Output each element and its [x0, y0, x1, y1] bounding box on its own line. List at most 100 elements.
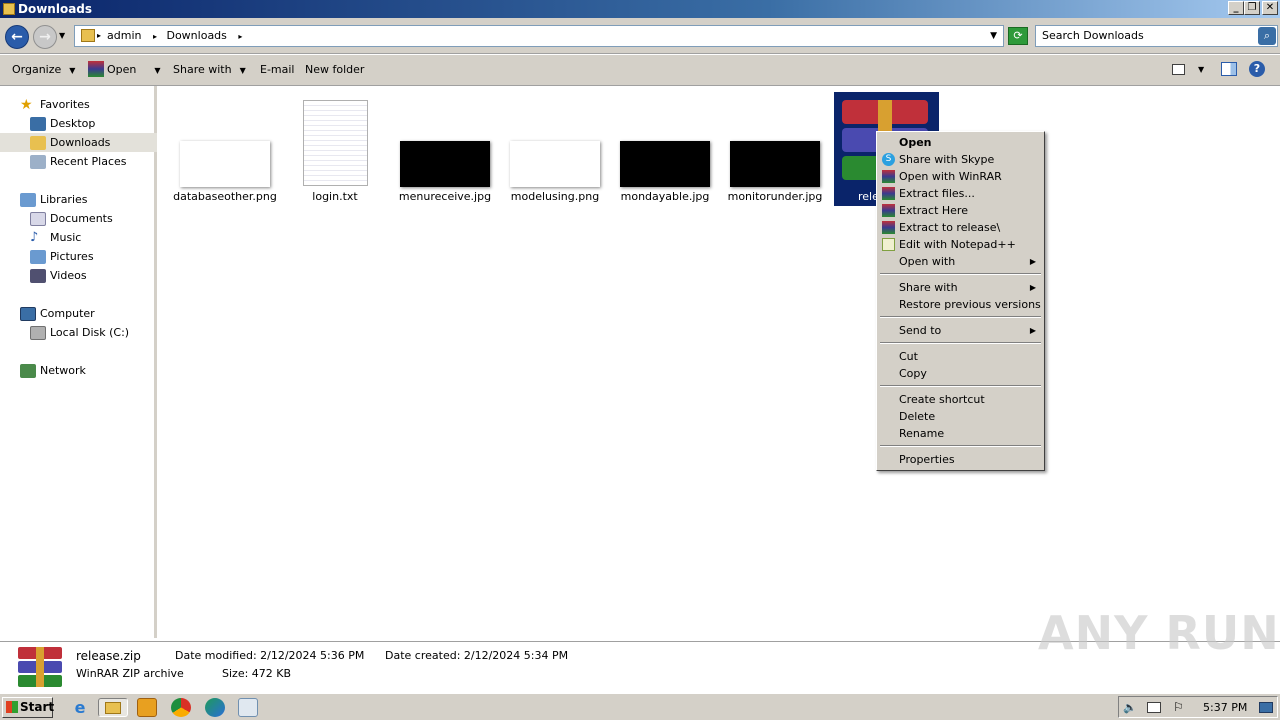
window-title-bar[interactable]: Downloads _ ❐ ✕	[0, 0, 1280, 18]
help-icon[interactable]: ?	[1249, 61, 1265, 77]
file-list[interactable]: databaseother.png login.txt menureceive.…	[160, 86, 1280, 638]
chevron-right-icon[interactable]: ▸	[153, 32, 157, 41]
menu-label: Rename	[899, 427, 945, 440]
menu-item-extract-files[interactable]: Extract files...	[879, 185, 1042, 202]
file-name: login.txt	[312, 190, 358, 203]
winrar-icon	[882, 187, 895, 200]
nav-documents[interactable]: Documents	[30, 209, 113, 228]
nav-label: Computer	[40, 307, 95, 320]
nav-computer[interactable]: Computer	[20, 304, 95, 323]
menu-label: Share with	[899, 281, 958, 294]
edge-icon[interactable]	[205, 698, 225, 717]
nav-favorites[interactable]: ★ Favorites	[20, 95, 90, 114]
chevron-right-icon[interactable]: ▸	[238, 32, 242, 41]
speaker-icon[interactable]: 🔈	[1123, 701, 1137, 714]
clock[interactable]: 5:37 PM	[1203, 701, 1247, 714]
open-button[interactable]: Open ▼	[107, 63, 161, 78]
address-dropdown[interactable]: ▼	[990, 26, 997, 46]
email-button[interactable]: E-mail	[260, 63, 295, 77]
menu-label: Copy	[899, 367, 927, 380]
image-thumbnail	[180, 141, 270, 187]
videos-icon	[30, 269, 46, 283]
nav-label: Favorites	[40, 98, 90, 111]
chevron-right-icon[interactable]: ▸	[97, 26, 101, 46]
organize-label: Organize	[12, 63, 62, 76]
image-thumbnail	[400, 141, 490, 187]
nav-local-disk[interactable]: Local Disk (C:)	[30, 323, 129, 342]
menu-item-share-skype[interactable]: S Share with Skype	[879, 151, 1042, 168]
details-filename: release.zip	[76, 649, 141, 663]
forward-button[interactable]: →	[33, 25, 57, 49]
flag-icon[interactable]: ⚐	[1173, 700, 1184, 714]
menu-label: Create shortcut	[899, 393, 985, 406]
breadcrumb-admin[interactable]: admin	[107, 29, 141, 42]
explorer-taskbar-button[interactable]	[98, 698, 128, 717]
share-with-label: Share with	[173, 63, 232, 76]
menu-item-send-to[interactable]: Send to ▶	[879, 322, 1042, 339]
details-type: WinRAR ZIP archive	[76, 667, 184, 680]
nav-label: Libraries	[40, 193, 88, 206]
network-tray-icon[interactable]	[1147, 702, 1161, 713]
menu-item-open[interactable]: Open	[879, 134, 1042, 151]
start-label: Start	[20, 700, 55, 714]
submenu-arrow-icon: ▶	[1029, 283, 1036, 292]
recent-pages-dropdown[interactable]: ▼	[59, 31, 65, 40]
image-thumbnail	[730, 141, 820, 187]
menu-item-restore[interactable]: Restore previous versions	[879, 296, 1042, 313]
nav-network[interactable]: Network	[20, 361, 86, 380]
nav-desktop[interactable]: Desktop	[30, 114, 95, 133]
nav-downloads[interactable]: Downloads	[0, 133, 157, 152]
menu-item-open-winrar[interactable]: Open with WinRAR	[879, 168, 1042, 185]
nav-libraries[interactable]: Libraries	[20, 190, 88, 209]
start-button[interactable]: Start	[2, 697, 55, 718]
search-icon[interactable]: ⌕	[1258, 27, 1276, 45]
refresh-button[interactable]: ⟳	[1008, 27, 1028, 45]
view-icon[interactable]	[1172, 64, 1185, 75]
winrar-archive-icon	[18, 647, 62, 687]
menu-item-edit-notepad[interactable]: Edit with Notepad++	[879, 236, 1042, 253]
search-input[interactable]: Search Downloads ⌕	[1035, 25, 1278, 47]
windows-logo-icon	[6, 701, 18, 713]
preview-pane-icon[interactable]	[1221, 62, 1237, 76]
new-folder-button[interactable]: New folder	[305, 63, 364, 77]
menu-item-properties[interactable]: Properties	[879, 451, 1042, 468]
share-with-button[interactable]: Share with ▼	[173, 63, 246, 78]
menu-item-create-shortcut[interactable]: Create shortcut	[879, 391, 1042, 408]
menu-item-extract-here[interactable]: Extract Here	[879, 202, 1042, 219]
nav-pictures[interactable]: Pictures	[30, 247, 94, 266]
command-bar: Organize ▼ Open ▼ Share with ▼ E-mail New f…	[0, 55, 1280, 86]
app-icon[interactable]	[238, 698, 258, 717]
folder-icon	[105, 702, 121, 714]
menu-item-rename[interactable]: Rename	[879, 425, 1042, 442]
file-name: monitorunder.jpg	[727, 190, 823, 203]
view-dropdown[interactable]: ▼	[1198, 63, 1204, 77]
media-player-icon[interactable]	[137, 698, 157, 717]
chrome-icon[interactable]	[171, 698, 191, 717]
minimize-button[interactable]: _	[1228, 1, 1244, 15]
notepad-plus-plus-icon	[882, 238, 895, 251]
nav-label: Downloads	[50, 136, 111, 149]
menu-item-copy[interactable]: Copy	[879, 365, 1042, 382]
back-button[interactable]: ←	[5, 25, 29, 49]
show-desktop-icon[interactable]	[1259, 702, 1273, 713]
restore-button[interactable]: ❐	[1244, 1, 1260, 15]
submenu-arrow-icon: ▶	[1029, 257, 1036, 266]
menu-item-extract-to[interactable]: Extract to release\	[879, 219, 1042, 236]
menu-item-share-with[interactable]: Share with ▶	[879, 279, 1042, 296]
navigation-pane: ★ Favorites Desktop Downloads Recent Plac…	[0, 86, 157, 638]
menu-item-open-with[interactable]: Open with ▶	[879, 253, 1042, 270]
menu-item-cut[interactable]: Cut	[879, 348, 1042, 365]
skype-icon: S	[882, 153, 895, 166]
nav-recent-places[interactable]: Recent Places	[30, 152, 127, 171]
breadcrumb-downloads[interactable]: Downloads	[166, 29, 226, 42]
organize-button[interactable]: Organize ▼	[12, 63, 75, 78]
address-field[interactable]: ▸ admin ▸ Downloads ▸ ▼	[74, 25, 1004, 47]
menu-label: Properties	[899, 453, 955, 466]
disk-icon	[30, 326, 46, 340]
menu-item-delete[interactable]: Delete	[879, 408, 1042, 425]
close-button[interactable]: ✕	[1262, 1, 1278, 15]
internet-explorer-icon[interactable]: e	[70, 698, 90, 717]
nav-music[interactable]: ♪ Music	[30, 228, 81, 247]
nav-videos[interactable]: Videos	[30, 266, 87, 285]
libraries-icon	[20, 193, 36, 207]
